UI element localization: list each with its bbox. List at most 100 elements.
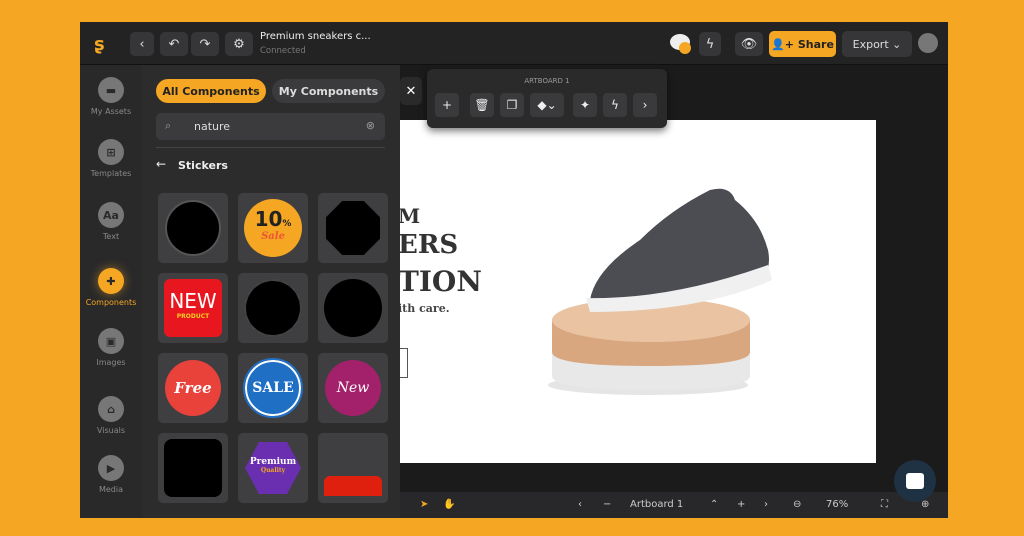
chat-support-button[interactable]: [894, 460, 936, 502]
sticker-black-rounded-square[interactable]: [158, 433, 228, 503]
sticker-black-octagon-badge[interactable]: [318, 193, 388, 263]
text-icon: Aa: [98, 202, 124, 228]
sticker-text: PRODUCT: [176, 313, 210, 320]
rail-item-components[interactable]: ✚ Components: [80, 268, 142, 307]
rail-item-my-assets[interactable]: ▬ My Assets: [80, 77, 142, 116]
chevron-up-icon[interactable]: ⌃: [710, 499, 718, 510]
back-button[interactable]: ‹: [130, 32, 154, 56]
artboard[interactable]: M ERS TION ith care.: [400, 120, 876, 463]
sticker-black-starburst[interactable]: [238, 273, 308, 343]
rail-item-images[interactable]: ▣ Images: [80, 328, 142, 367]
logo-icon[interactable]: ʂ: [94, 34, 105, 55]
rail-label: Visuals: [96, 426, 126, 435]
export-label: Export: [852, 37, 889, 51]
tab-my-components[interactable]: My Components: [272, 79, 385, 103]
sticker-free[interactable]: Free: [158, 353, 228, 423]
canvas-area[interactable]: M ERS TION ith care. ✕: [400, 65, 948, 492]
top-bar: ʂ ‹ ↶ ↷ ⚙ Premium sneakers c... Connecte…: [80, 22, 948, 65]
connection-status: Connected: [260, 46, 306, 56]
preview-button[interactable]: 👁: [735, 32, 763, 56]
sticker-text: Sale: [261, 231, 285, 242]
toolbar-label: ARTBOARD 1: [524, 77, 570, 85]
sticker-text: Free: [165, 360, 221, 416]
chat-icon: [906, 473, 924, 489]
close-panel-button[interactable]: ✕: [400, 77, 422, 105]
section-title: Stickers: [178, 159, 228, 172]
rail-label: Templates: [90, 169, 132, 178]
search-value: nature: [194, 120, 231, 133]
share-label: Share: [797, 37, 834, 51]
prev-artboard-icon[interactable]: ‹: [578, 499, 582, 510]
rail-label: Text: [102, 232, 120, 241]
divider: [156, 147, 385, 148]
add-artboard-icon[interactable]: +: [737, 499, 745, 510]
hand-tool-icon[interactable]: ✋: [443, 499, 455, 510]
sticker-red-splash[interactable]: [318, 433, 388, 503]
templates-icon: ⊞: [98, 139, 124, 165]
image-icon: ▣: [98, 328, 124, 354]
artboard-toolbar: ARTBOARD 1 + 🗑 ❐ ◆⌄ ✦ ϟ ›: [427, 69, 667, 128]
next-artboard-icon[interactable]: ›: [764, 499, 768, 510]
export-button[interactable]: Export ⌄: [842, 31, 912, 57]
rail-label: Components: [85, 298, 137, 307]
rail-item-media[interactable]: ▶ Media: [80, 455, 142, 494]
magic-wand-icon[interactable]: ✦: [573, 93, 597, 117]
rail-label: Images: [96, 358, 126, 367]
zoom-level[interactable]: 76%: [826, 499, 848, 510]
rail-label: Media: [98, 485, 124, 494]
search-icon: ⌕: [165, 119, 172, 132]
undo-button[interactable]: ↶: [160, 32, 188, 56]
zoom-out-icon[interactable]: ⊖: [793, 499, 801, 510]
puzzle-icon: ✚: [98, 268, 124, 294]
visuals-icon: ⌂: [98, 396, 124, 422]
sticker-text: SALE: [243, 358, 303, 418]
bottom-bar: ➤ ✋ ‹ − Artboard 1 ⌃ + › ⊖ 76% ⛶ ⊕: [400, 492, 948, 518]
sticker-text: Quality: [260, 467, 286, 474]
sticker-premium-quality[interactable]: Premium Quality: [238, 433, 308, 503]
sneaker-product-image: [548, 188, 772, 395]
share-button[interactable]: 👤+ Share: [769, 31, 836, 57]
more-chevron-icon[interactable]: ›: [633, 93, 657, 117]
play-icon: ▶: [98, 455, 124, 481]
search-input[interactable]: ⌕ nature ⊗: [156, 113, 385, 140]
sticker-text: Premium: [249, 457, 297, 467]
sticker-new-product[interactable]: NEW PRODUCT: [158, 273, 228, 343]
fullscreen-icon[interactable]: ⛶: [881, 499, 888, 510]
rail-item-visuals[interactable]: ⌂ Visuals: [80, 396, 142, 435]
delete-icon[interactable]: 🗑: [470, 93, 494, 117]
fill-color-button[interactable]: ◆⌄: [530, 93, 564, 117]
avatar[interactable]: [918, 33, 938, 53]
rail-item-text[interactable]: Aa Text: [80, 202, 142, 241]
remove-artboard-icon[interactable]: −: [603, 499, 611, 510]
sticker-10-percent-sale[interactable]: 10% Sale: [238, 193, 308, 263]
rail-label: My Assets: [90, 107, 132, 116]
comments-icon[interactable]: [670, 34, 691, 54]
left-rail: ▬ My Assets ⊞ Templates Aa Text ✚ Components…: [80, 65, 142, 518]
sticker-text: NEW: [169, 289, 217, 313]
clear-icon[interactable]: ⊗: [366, 119, 375, 132]
rail-item-templates[interactable]: ⊞ Templates: [80, 139, 142, 178]
sticker-text: New: [325, 360, 381, 416]
lightning-button[interactable]: ϟ: [699, 32, 721, 56]
folder-icon: ▬: [98, 77, 124, 103]
editor-window: ʂ ‹ ↶ ↷ ⚙ Premium sneakers c... Connecte…: [80, 22, 948, 518]
add-user-icon: 👤+: [771, 37, 794, 51]
components-panel: All Components My Components ⌕ nature ⊗ …: [142, 65, 400, 518]
document-title[interactable]: Premium sneakers c...: [260, 31, 371, 42]
sticker-text: 10: [254, 207, 283, 231]
sticker-sale[interactable]: SALE: [238, 353, 308, 423]
lightning-icon[interactable]: ϟ: [603, 93, 627, 117]
chevron-down-icon: ⌄: [892, 37, 902, 51]
sticker-text: %: [282, 219, 292, 229]
add-button[interactable]: +: [435, 93, 459, 117]
duplicate-icon[interactable]: ❐: [500, 93, 524, 117]
sticker-black-circle-2[interactable]: [318, 273, 388, 343]
back-arrow-icon[interactable]: ←: [156, 157, 166, 171]
artboard-name[interactable]: Artboard 1: [630, 499, 683, 510]
settings-button[interactable]: ⚙: [225, 32, 253, 56]
tab-all-components[interactable]: All Components: [156, 79, 266, 103]
select-tool-icon[interactable]: ➤: [420, 499, 428, 510]
sticker-black-circle[interactable]: [158, 193, 228, 263]
redo-button[interactable]: ↷: [191, 32, 219, 56]
sticker-new-script[interactable]: New: [318, 353, 388, 423]
